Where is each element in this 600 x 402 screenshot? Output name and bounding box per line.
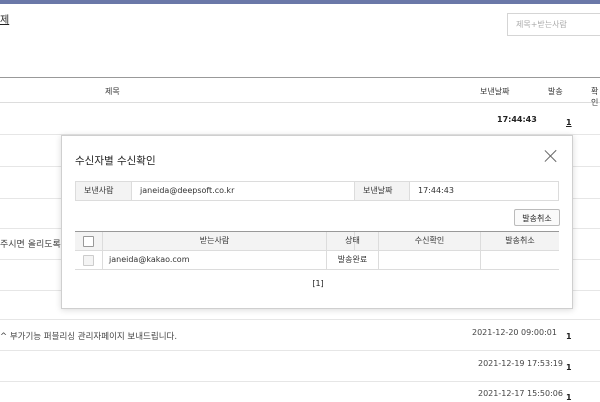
col-date: 보낸날짜 [480,87,510,96]
recipient-email: janeida@kakao.com [103,251,327,269]
modal-title: 수신자별 수신확인 [75,155,156,167]
row-date: 2021-12-17 15:50:06 [478,389,563,398]
recipient-table: 받는사람 상태 수신확인 발송취소 janeida@kakao.com 발송완료 [75,231,559,270]
row-count[interactable]: 1 [566,118,572,127]
recipient-status: 발송완료 [327,251,379,269]
row-date: 2021-12-20 09:00:01 [472,328,557,337]
row-subject[interactable]: ^ 부가기능 퍼블리싱 관리자페이지 보내드립니다. [0,330,177,342]
table-row[interactable]: ^ 부가기능 퍼블리싱 관리자페이지 보내드립니다. 2021-12-20 09… [0,320,600,351]
table-row[interactable]: 17:44:43 1 [0,103,600,135]
row-subject[interactable]: 주시면 올리도록 [0,237,61,250]
row-date: 17:44:43 [497,115,537,124]
sender-value: janeida@deepsoft.co.kr [140,186,235,195]
col-read-confirm: 수신확인 [379,232,481,250]
row-checkbox[interactable] [83,255,94,266]
recipient-table-header: 받는사람 상태 수신확인 발송취소 [75,232,559,251]
pagination[interactable]: [1] [62,279,574,288]
row-select-cell [75,251,103,269]
select-all-cell [75,232,103,250]
recipient-read-confirm [379,251,481,269]
col-title: 제목 [105,87,120,96]
table-row[interactable]: 2021-12-17 15:50:06 1 [0,382,600,402]
col-recipient: 받는사람 [103,232,327,250]
table-row[interactable]: 2021-12-19 17:53:19 1 [0,351,600,382]
sender-label: 보낸사람 [76,182,132,200]
send-cancel-button[interactable]: 발송취소 [514,209,560,226]
mail-table-header: 제목 보낸날짜 발송 확인 [0,77,600,107]
date-value: 17:44:43 [418,186,454,195]
col-send: 발송 [548,87,563,96]
table-row[interactable]: janeida@kakao.com 발송완료 [75,251,559,270]
date-label: 보낸날짜 [354,182,410,200]
col-send-cancel: 발송취소 [505,236,535,245]
search-input[interactable] [507,13,600,36]
recipient-send-cancel [481,251,559,269]
row-date: 2021-12-19 17:53:19 [478,359,563,368]
row-count[interactable]: 1 [566,332,572,341]
cut-off-link[interactable]: 제 [0,11,9,26]
row-count[interactable]: 1 [566,363,572,372]
sender-info-row: 보낸사람 janeida@deepsoft.co.kr 보낸날짜 17:44:4… [75,181,559,201]
close-icon[interactable] [543,148,559,164]
row-count[interactable]: 1 [566,393,572,402]
recipient-confirm-modal: 수신자별 수신확인 보낸사람 janeida@deepsoft.co.kr 보낸… [61,135,573,309]
top-accent-bar [0,0,600,4]
col-status-label: 상태 [327,232,379,250]
select-all-checkbox[interactable] [83,236,94,247]
